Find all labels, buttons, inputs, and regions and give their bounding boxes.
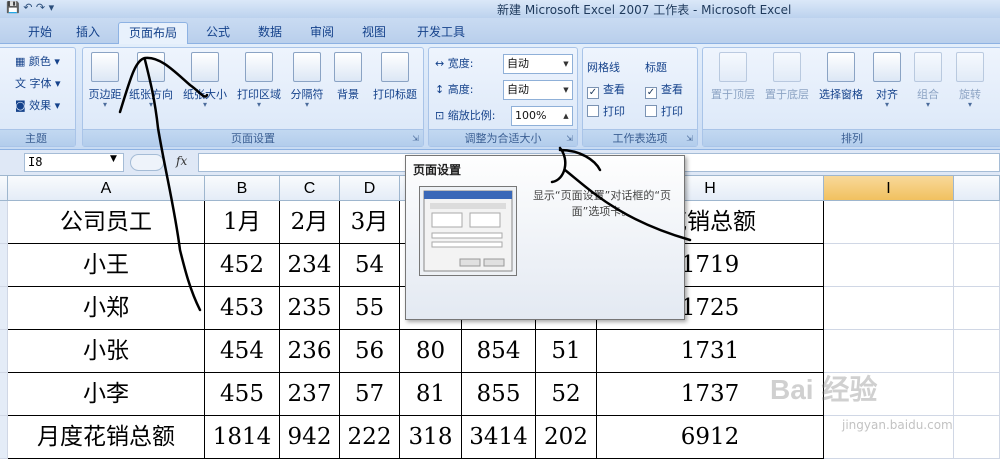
watermark-url: jingyan.baidu.com	[842, 418, 953, 432]
watermark-logo: Bai 经验	[770, 374, 878, 405]
